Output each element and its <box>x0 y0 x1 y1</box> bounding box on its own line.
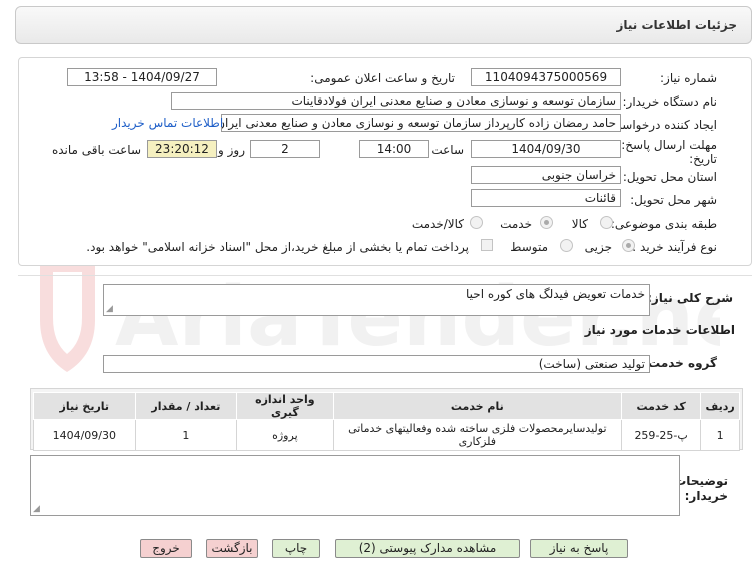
announce-datetime-label: تاریخ و ساعت اعلان عمومی: <box>310 71 455 85</box>
view-attachments-button[interactable]: مشاهده مدارک پیوستی (2) <box>335 539 520 558</box>
buyer-notes-label-line1: توضیحات <box>674 474 728 488</box>
need-summary-label: شرح کلی نیاز: <box>647 291 733 305</box>
back-button[interactable]: بازگشت <box>206 539 258 558</box>
province-field[interactable]: خراسان جنوبی <box>471 166 621 184</box>
treasury-payment-note: پرداخت تمام یا بخشی از مبلغ خرید،از محل … <box>86 240 469 254</box>
services-section-title: اطلاعات خدمات مورد نیاز <box>584 323 735 337</box>
col-need-date: تاریخ نیاز <box>33 392 136 420</box>
buyer-notes-label-line2: خریدار: <box>684 489 728 503</box>
city-field[interactable]: قائنات <box>471 189 621 207</box>
cell-quantity: 1 <box>134 419 238 451</box>
section-divider <box>18 275 752 276</box>
services-table: ردیف کد خدمت نام خدمت واحد اندازه گیری ت… <box>33 392 740 451</box>
table-header-row: ردیف کد خدمت نام خدمت واحد اندازه گیری ت… <box>33 392 740 420</box>
buyer-contact-link[interactable]: اطلاعات تماس خریدار <box>112 116 223 130</box>
deadline-date-label: تاریخ: <box>689 152 717 166</box>
days-label: روز و <box>218 143 245 157</box>
resize-handle-icon[interactable]: ◢ <box>106 304 113 314</box>
category-service-label: خدمت <box>500 217 532 231</box>
col-service-code: کد خدمت <box>620 392 702 420</box>
service-group-label: گروه خدمت: <box>643 356 717 370</box>
remaining-days-field[interactable]: 2 <box>250 140 320 158</box>
resize-handle-icon[interactable]: ◢ <box>33 504 40 514</box>
category-service-radio[interactable] <box>540 216 553 229</box>
deadline-date-field[interactable]: 1404/09/30 <box>471 140 621 158</box>
category-goods-label: کالا <box>571 217 588 231</box>
buyer-org-field[interactable]: سازمان توسعه و نوسازی معادن و صنایع معدن… <box>171 92 621 110</box>
remaining-time-field[interactable]: 23:20:12 <box>147 140 217 158</box>
table-row[interactable]: 1 پ-25-259 تولیدسایرمحصولات فلزی ساخته ش… <box>33 419 740 451</box>
col-index: ردیف <box>700 392 740 420</box>
province-label: استان محل تحویل: <box>622 170 717 184</box>
treasury-payment-checkbox[interactable] <box>481 239 493 251</box>
buyer-notes-field[interactable]: ◢ <box>30 455 680 516</box>
col-service-name: نام خدمت <box>332 392 623 420</box>
deadline-time-label: ساعت <box>431 143 464 157</box>
process-medium-label: متوسط <box>510 240 548 254</box>
request-creator-field[interactable]: حامد رمضان زاده کارپرداز سازمان توسعه و … <box>221 114 621 132</box>
reply-to-need-button[interactable]: پاسخ به نیاز <box>530 539 628 558</box>
request-creator-label: ایجاد کننده درخواست: <box>606 118 717 132</box>
process-type-label: نوع فرآیند خرید : <box>632 240 717 254</box>
remaining-time-label: ساعت باقی مانده <box>51 143 141 157</box>
cell-need-date: 1404/09/30 <box>33 419 136 451</box>
page-title: جزئیات اطلاعات نیاز <box>616 18 737 32</box>
col-quantity: تعداد / مقدار <box>134 392 238 420</box>
cell-unit: پروژه <box>236 419 334 451</box>
need-number-field[interactable]: 1104094375000569 <box>471 68 621 86</box>
print-button[interactable]: چاپ <box>272 539 320 558</box>
announce-datetime-field[interactable]: 1404/09/27 - 13:58 <box>67 68 217 86</box>
col-unit: واحد اندازه گیری <box>236 392 334 420</box>
category-goods-radio[interactable] <box>600 216 613 229</box>
service-group-field[interactable]: تولید صنعتی (ساخت) <box>103 355 650 373</box>
need-summary-text: خدمات تعویض فیدلگ های کوره احیا <box>466 287 645 301</box>
process-minor-radio[interactable] <box>622 239 635 252</box>
page-header: جزئیات اطلاعات نیاز <box>15 6 752 44</box>
category-goods-service-label: کالا/خدمت <box>411 217 464 231</box>
cell-index: 1 <box>700 419 740 451</box>
buyer-org-label: نام دستگاه خریدار: <box>622 95 718 109</box>
deadline-time-field[interactable]: 14:00 <box>359 140 429 158</box>
need-details-panel <box>18 57 752 266</box>
exit-button[interactable]: خروج <box>140 539 192 558</box>
city-label: شهر محل تحویل: <box>630 193 717 207</box>
category-goods-service-radio[interactable] <box>470 216 483 229</box>
cell-service-name: تولیدسایرمحصولات فلزی ساخته شده وفعالیته… <box>332 419 623 451</box>
process-minor-label: جزیی <box>584 240 612 254</box>
need-summary-field[interactable]: خدمات تعویض فیدلگ های کوره احیا ◢ <box>103 284 650 316</box>
process-medium-radio[interactable] <box>560 239 573 252</box>
need-number-label: شماره نیاز: <box>660 71 717 85</box>
category-label: طبقه بندی موضوعی: <box>610 217 717 231</box>
cell-service-code: پ-25-259 <box>620 419 702 451</box>
deadline-label: مهلت ارسال پاسخ: تا <box>610 138 717 152</box>
